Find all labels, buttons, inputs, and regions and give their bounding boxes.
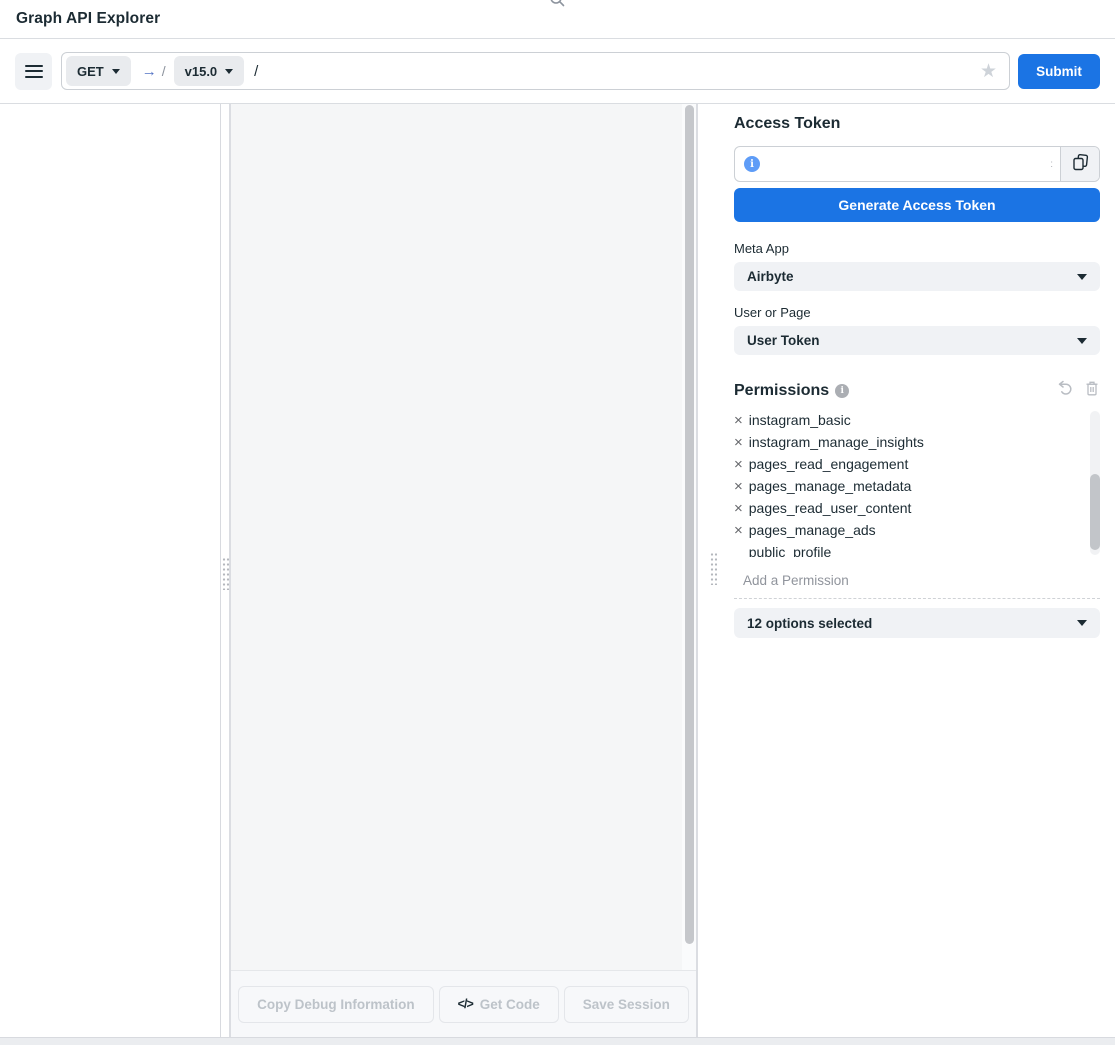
remove-permission-icon[interactable]: × (734, 457, 743, 472)
method-label: GET (77, 64, 104, 79)
bottom-edge (0, 1037, 1115, 1045)
copy-icon (1071, 153, 1090, 175)
drag-handle-icon[interactable] (222, 557, 229, 590)
permission-name: instagram_manage_insights (749, 431, 924, 453)
path-separator: / (162, 63, 166, 79)
permission-item: × instagram_basic (734, 409, 1076, 431)
user-or-page-label: User or Page (734, 305, 1100, 320)
generate-token-button[interactable]: Generate Access Token (734, 188, 1100, 222)
remove-permission-icon[interactable]: × (734, 413, 743, 428)
permissions-heading: Permissions (734, 382, 829, 400)
remove-permission-icon[interactable]: × (734, 501, 743, 516)
permission-item: × pages_manage_ads (734, 519, 1076, 541)
permission-name: pages_read_user_content (749, 497, 912, 519)
request-path: / (254, 63, 258, 80)
scrollbar-track[interactable] (682, 104, 696, 970)
copy-debug-button[interactable]: Copy Debug Information (238, 986, 434, 1023)
menu-button[interactable] (15, 53, 52, 90)
chevron-down-icon (1077, 338, 1087, 344)
permission-name: pages_manage_ads (749, 519, 876, 541)
permission-name: pages_manage_metadata (749, 475, 912, 497)
response-viewport (231, 104, 696, 970)
favorite-star-icon[interactable]: ★ (980, 62, 997, 81)
arrow-icon: → (142, 63, 157, 80)
chevron-down-icon (1077, 274, 1087, 280)
remove-permission-icon[interactable]: × (734, 479, 743, 494)
request-toolbar: GET → / v15.0 / ★ Submit (0, 39, 1115, 104)
meta-app-select[interactable]: Airbyte (734, 262, 1100, 291)
permission-item: × public_profile (734, 541, 1076, 557)
code-icon: </> (458, 997, 473, 1011)
meta-app-value: Airbyte (747, 269, 794, 284)
right-panel-resizer[interactable] (698, 104, 716, 1037)
permission-item: × pages_read_user_content (734, 497, 1076, 519)
remove-permission-icon[interactable]: × (734, 435, 743, 450)
copy-token-button[interactable] (1060, 147, 1099, 181)
info-icon[interactable]: i (835, 384, 849, 398)
main-area: Copy Debug Information </> Get Code Save… (0, 104, 1115, 1037)
response-panel: Copy Debug Information </> Get Code Save… (229, 104, 698, 1037)
token-sidebar: Access Token i : Generate Access Token M… (716, 104, 1115, 1037)
response-footer: Copy Debug Information </> Get Code Save… (231, 970, 696, 1037)
permission-item: × instagram_manage_insights (734, 431, 1076, 453)
permission-name: public_profile (749, 541, 832, 557)
scrollbar-thumb[interactable] (1090, 474, 1100, 550)
permission-item: × pages_manage_metadata (734, 475, 1076, 497)
left-sidebar (0, 104, 221, 1037)
request-path-input[interactable]: GET → / v15.0 / ★ (61, 52, 1010, 90)
permission-item: × pages_read_engagement (734, 453, 1076, 475)
info-icon[interactable]: i (744, 156, 760, 172)
access-token-heading: Access Token (734, 115, 1100, 133)
search-icon[interactable] (549, 0, 566, 13)
drag-handle-icon[interactable] (710, 552, 717, 585)
token-text-tail: : (1050, 159, 1060, 170)
options-selected-value: 12 options selected (747, 616, 872, 631)
version-label: v15.0 (185, 64, 218, 79)
page-title: Graph API Explorer (16, 10, 160, 28)
permissions-header: Permissions i (734, 379, 1100, 402)
get-code-button[interactable]: </> Get Code (439, 986, 559, 1023)
chevron-down-icon (225, 69, 233, 74)
method-dropdown[interactable]: GET (66, 56, 131, 86)
meta-app-label: Meta App (734, 241, 1100, 256)
add-permission-input[interactable]: Add a Permission (734, 573, 1100, 599)
user-or-page-value: User Token (747, 333, 820, 348)
permission-name: pages_read_engagement (749, 453, 909, 475)
chevron-down-icon (112, 69, 120, 74)
user-or-page-select[interactable]: User Token (734, 326, 1100, 355)
chevron-down-icon (1077, 620, 1087, 626)
hamburger-icon (25, 65, 43, 67)
left-panel-resizer[interactable] (221, 104, 229, 1037)
submit-button[interactable]: Submit (1018, 54, 1100, 89)
permission-options-select[interactable]: 12 options selected (734, 608, 1100, 638)
scrollbar-thumb[interactable] (685, 105, 694, 944)
access-token-input[interactable]: i : (735, 147, 1060, 181)
permissions-list: × instagram_basic × instagram_manage_ins… (734, 409, 1100, 557)
app-header: Graph API Explorer (0, 0, 1115, 39)
save-session-button[interactable]: Save Session (564, 986, 689, 1023)
undo-icon[interactable] (1056, 379, 1074, 402)
access-token-row: i : (734, 146, 1100, 182)
remove-permission-icon[interactable]: × (734, 523, 743, 538)
permission-name: instagram_basic (749, 409, 851, 431)
scrollbar-track[interactable] (1090, 411, 1100, 555)
trash-icon[interactable] (1084, 380, 1100, 402)
version-dropdown[interactable]: v15.0 (174, 56, 245, 86)
